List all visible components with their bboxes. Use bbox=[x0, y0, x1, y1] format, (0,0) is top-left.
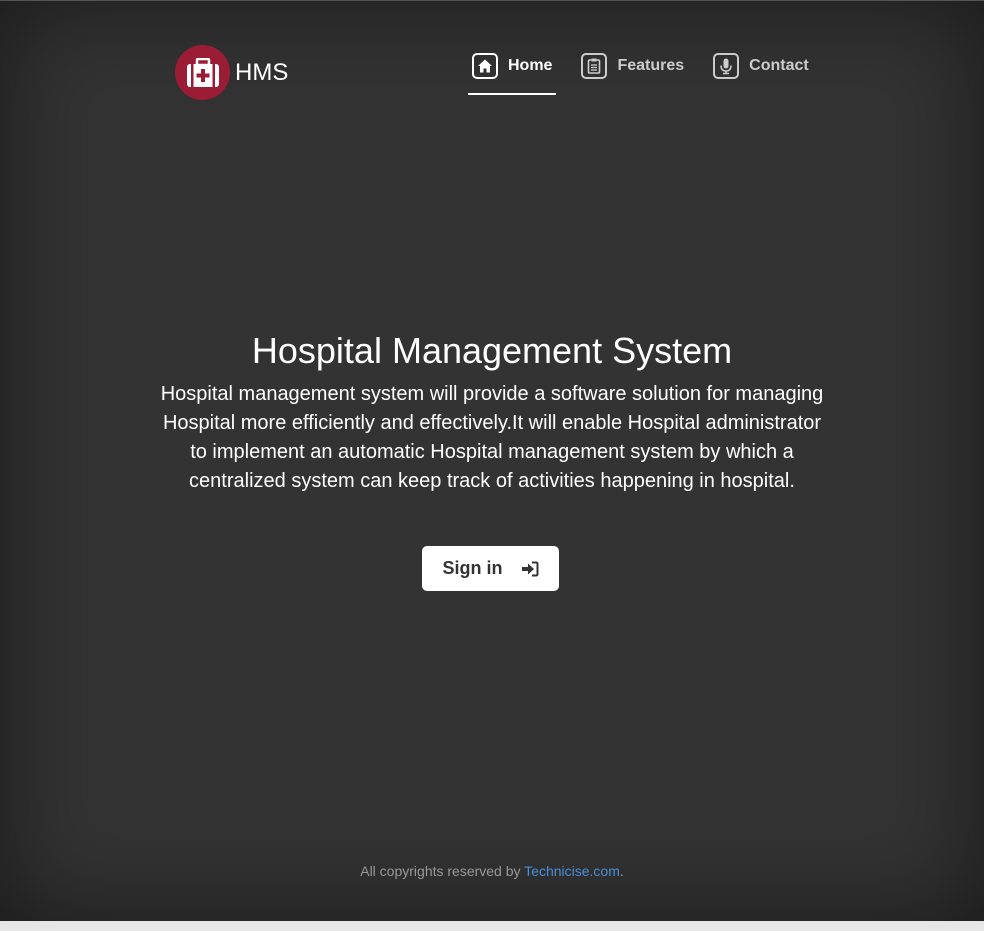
clipboard-icon bbox=[581, 53, 608, 79]
sign-in-label: Sign in bbox=[442, 558, 503, 578]
main-nav: Home Features Contact bbox=[468, 51, 834, 95]
nav-item-home-label: Home bbox=[508, 57, 553, 74]
nav-item-features[interactable]: Features bbox=[577, 51, 688, 95]
footer-trailing: . bbox=[619, 863, 624, 879]
footer: All copyrights reserved by Technicise.co… bbox=[0, 863, 984, 879]
hero: Hospital Management System Hospital mana… bbox=[0, 329, 984, 496]
brand-name: HMS bbox=[235, 58, 289, 86]
footer-link[interactable]: Technicise.com bbox=[524, 863, 620, 879]
page-title: Hospital Management System bbox=[251, 330, 733, 371]
nav-item-features-label: Features bbox=[617, 57, 685, 74]
page: HMS Home Features Contact Hospital Manag… bbox=[0, 0, 984, 921]
hero-description: Hospital management system will provide … bbox=[160, 383, 824, 492]
sign-in-button[interactable]: Sign in bbox=[422, 546, 559, 591]
home-icon bbox=[472, 53, 498, 79]
microphone-icon bbox=[713, 53, 740, 79]
brand[interactable]: HMS bbox=[175, 45, 288, 100]
footer-text: All copyrights reserved by bbox=[360, 863, 525, 879]
nav-item-contact[interactable]: Contact bbox=[709, 51, 813, 95]
nav-item-contact-label: Contact bbox=[749, 57, 809, 74]
first-aid-kit-icon bbox=[175, 45, 230, 100]
sign-in-icon bbox=[521, 561, 539, 577]
nav-item-home[interactable]: Home bbox=[468, 51, 557, 95]
